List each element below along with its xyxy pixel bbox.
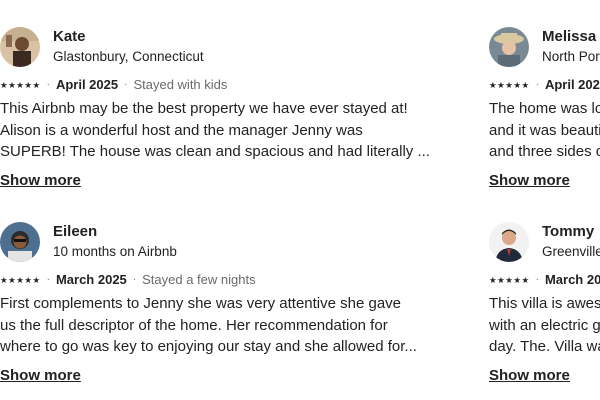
separator-dot: · [124, 79, 128, 90]
separator-dot: · [535, 79, 539, 90]
review-line: First complements to Jenny she was very … [0, 295, 402, 312]
review-line: This Airbnb may be the best property we … [0, 100, 408, 117]
reviewer-name[interactable]: Melissa [542, 27, 600, 47]
avatar[interactable] [0, 27, 40, 67]
review-date: March 2025 [55, 272, 127, 287]
reviewer-name[interactable]: Tommy [542, 222, 600, 242]
review-line: day. The. Villa was [489, 338, 600, 355]
stay-type: Stayed with kids [133, 77, 228, 92]
reviewer-tenure: 10 months on Airbnb [53, 244, 177, 259]
review-date: April 2025 [55, 77, 119, 92]
reviewer-name[interactable]: Kate [53, 27, 204, 47]
rating-stars: ★★★★★ [0, 80, 41, 90]
review-line: SUPERB! The house was clean and spacious… [0, 143, 430, 160]
show-more-link[interactable]: Show more [489, 367, 570, 384]
review-line: The home was loc [489, 100, 600, 117]
review-header: Melissa North Port [489, 22, 600, 72]
separator-dot: · [132, 274, 137, 285]
review-line: and it was beautif [489, 121, 600, 139]
review-card-tommy: Tommy Greenville, ★★★★★ · March 202 This… [489, 217, 600, 385]
review-meta: ★★★★★ · March 202 [489, 270, 600, 290]
review-date: April 2025 [544, 77, 600, 92]
review-text: This Airbnb may be the best property we … [0, 98, 440, 163]
review-date: March 202 [544, 272, 600, 287]
reviewer-location: Glastonbury, Connecticut [53, 49, 204, 64]
review-line: and three sides of [489, 143, 600, 160]
review-header: Tommy Greenville, [489, 217, 600, 267]
show-more-link[interactable]: Show more [489, 172, 570, 189]
review-line: where to go was key to enjoying our stay… [0, 338, 417, 355]
review-line: with an electric ga [489, 316, 600, 334]
review-text: The home was loc and it was beautif and … [489, 98, 600, 163]
review-line: us the full descriptor of the home. Her … [0, 316, 388, 334]
review-meta: ★★★★★ · April 2025 · Stayed with kids [0, 75, 440, 95]
separator-dot: · [46, 79, 50, 90]
stay-type: Stayed a few nights [142, 272, 256, 287]
review-header: Kate Glastonbury, Connecticut [0, 22, 440, 72]
review-header: Eileen 10 months on Airbnb [0, 217, 440, 267]
avatar[interactable] [489, 222, 529, 262]
show-more-link[interactable]: Show more [0, 367, 81, 384]
review-line: This villa is aweso [489, 295, 600, 312]
review-text: This villa is aweso with an electric ga … [489, 293, 600, 358]
rating-stars: ★★★★★ [0, 275, 41, 285]
reviewer-name[interactable]: Eileen [53, 222, 177, 242]
reviewer-location: Greenville, [542, 244, 600, 259]
show-more-link[interactable]: Show more [0, 172, 81, 189]
review-meta: ★★★★★ · March 2025 · Stayed a few nights [0, 270, 440, 290]
rating-stars: ★★★★★ [489, 80, 530, 90]
separator-dot: · [46, 274, 50, 285]
rating-stars: ★★★★★ [489, 275, 530, 285]
review-card-kate: Kate Glastonbury, Connecticut ★★★★★ · Ap… [0, 22, 440, 190]
separator-dot: · [535, 274, 539, 285]
review-card-melissa: Melissa North Port ★★★★★ · April 2025 Th… [489, 22, 600, 190]
review-text: First complements to Jenny she was very … [0, 293, 440, 358]
review-meta: ★★★★★ · April 2025 [489, 75, 600, 95]
review-card-eileen: Eileen 10 months on Airbnb ★★★★★ · March… [0, 217, 440, 385]
review-line: Alison is a wonderful host and the manag… [0, 121, 363, 139]
reviewer-location: North Port [542, 49, 600, 64]
avatar[interactable] [489, 27, 529, 67]
avatar[interactable] [0, 222, 40, 262]
